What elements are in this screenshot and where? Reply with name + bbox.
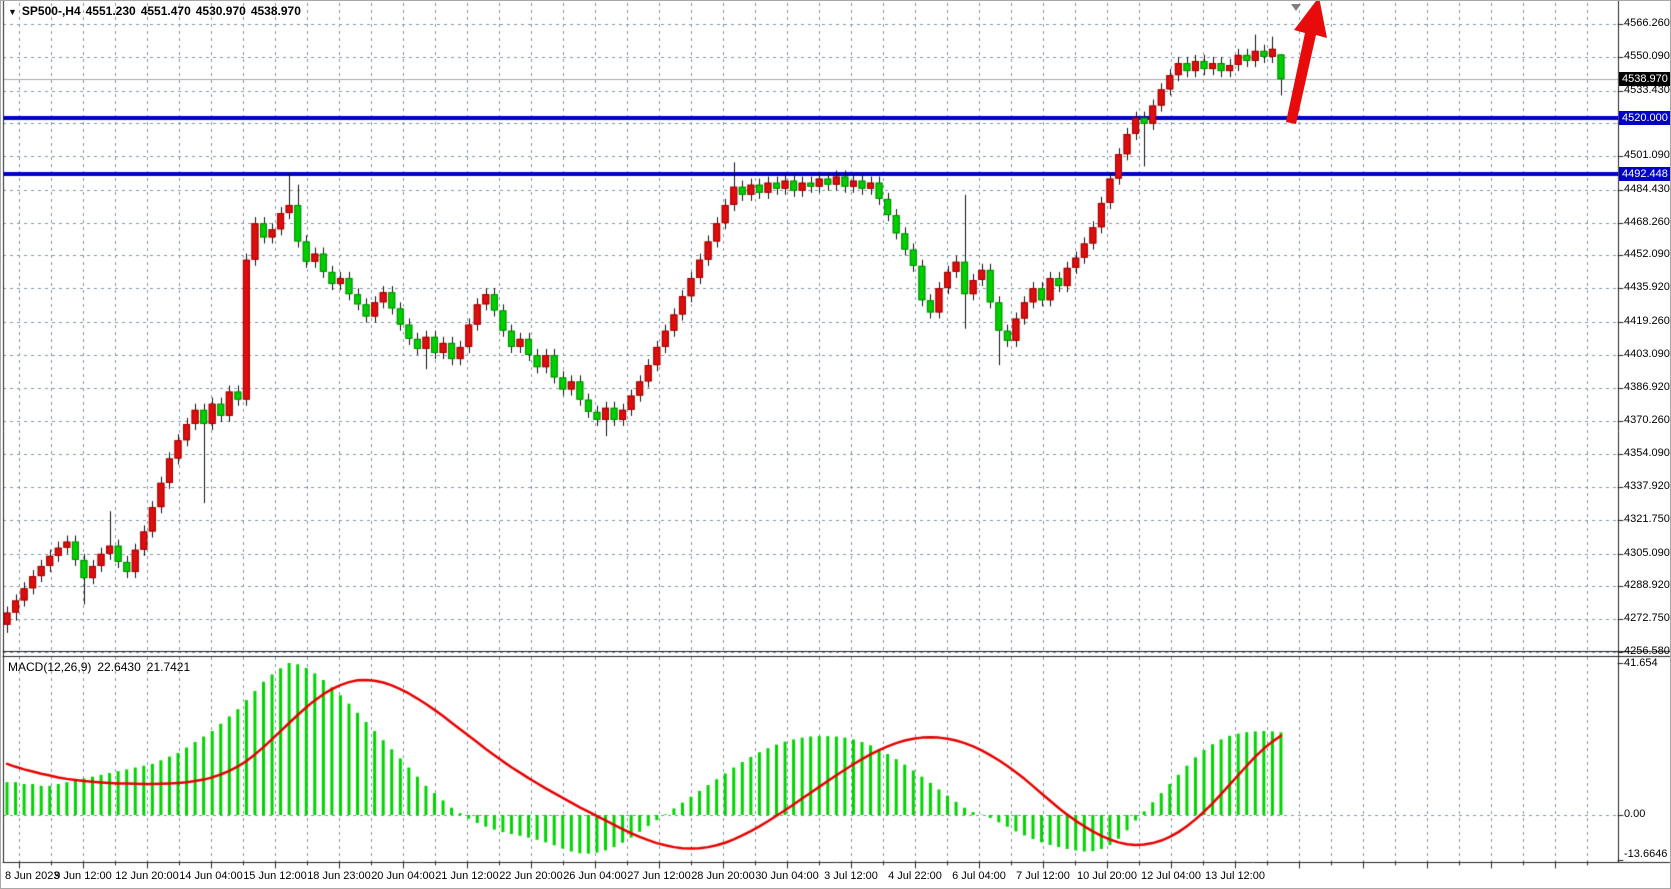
mt4-chart-window: { "header": { "menu_icon": "▼", "symbol_…: [0, 0, 1671, 889]
up-arrow-annotation[interactable]: [1, 1, 1671, 889]
